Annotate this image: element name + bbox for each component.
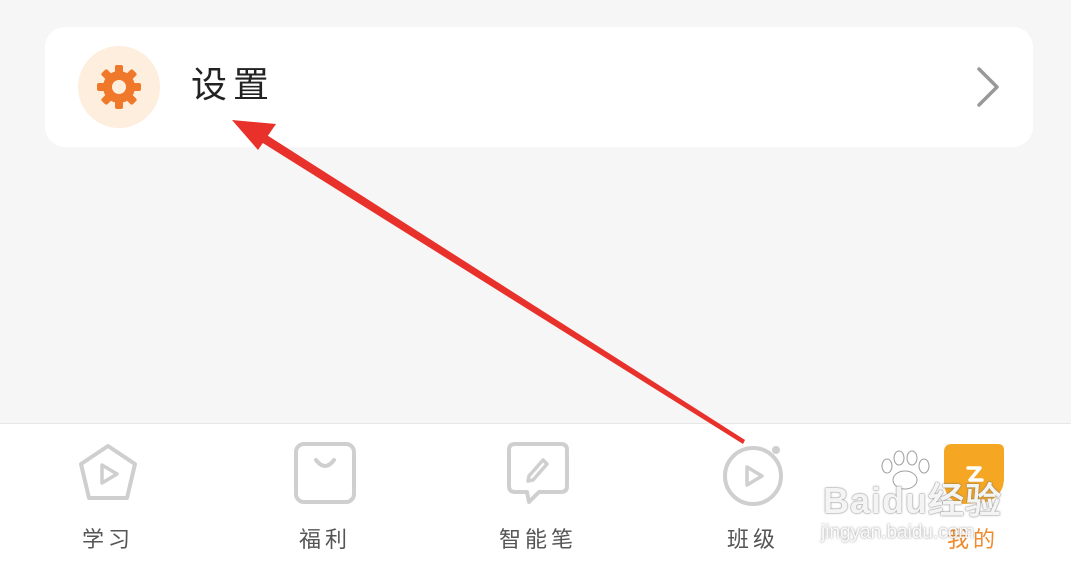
play-pentagon-icon [79, 444, 137, 500]
nav-item-study[interactable]: 学习 [38, 424, 178, 571]
profile-icon [944, 444, 1004, 504]
pen-icon [507, 442, 569, 504]
nav-item-class[interactable]: 班级 [683, 424, 823, 571]
settings-icon-badge [78, 46, 160, 128]
class-play-icon [723, 446, 783, 506]
page: 设置 学习 福利 智能笔 班级 我的 Baidu经验 jingyan.baidu… [0, 0, 1071, 571]
nav-label-study: 学习 [81, 528, 134, 553]
gear-icon [97, 65, 141, 109]
settings-row[interactable]: 设置 [45, 27, 1033, 147]
nav-item-mine[interactable]: 我的 [903, 424, 1043, 571]
bag-icon [294, 442, 356, 504]
nav-label-mine: 我的 [946, 528, 999, 553]
settings-label: 设置 [191, 65, 276, 106]
chevron-right-icon [977, 67, 999, 107]
nav-label-class: 班级 [726, 528, 779, 553]
nav-label-welfare: 福利 [298, 528, 351, 553]
bottom-nav: 学习 福利 智能笔 班级 我的 [0, 423, 1071, 571]
nav-item-smart-pen[interactable]: 智能笔 [468, 424, 608, 571]
nav-item-welfare[interactable]: 福利 [255, 424, 395, 571]
nav-label-smart-pen: 智能笔 [498, 528, 577, 553]
